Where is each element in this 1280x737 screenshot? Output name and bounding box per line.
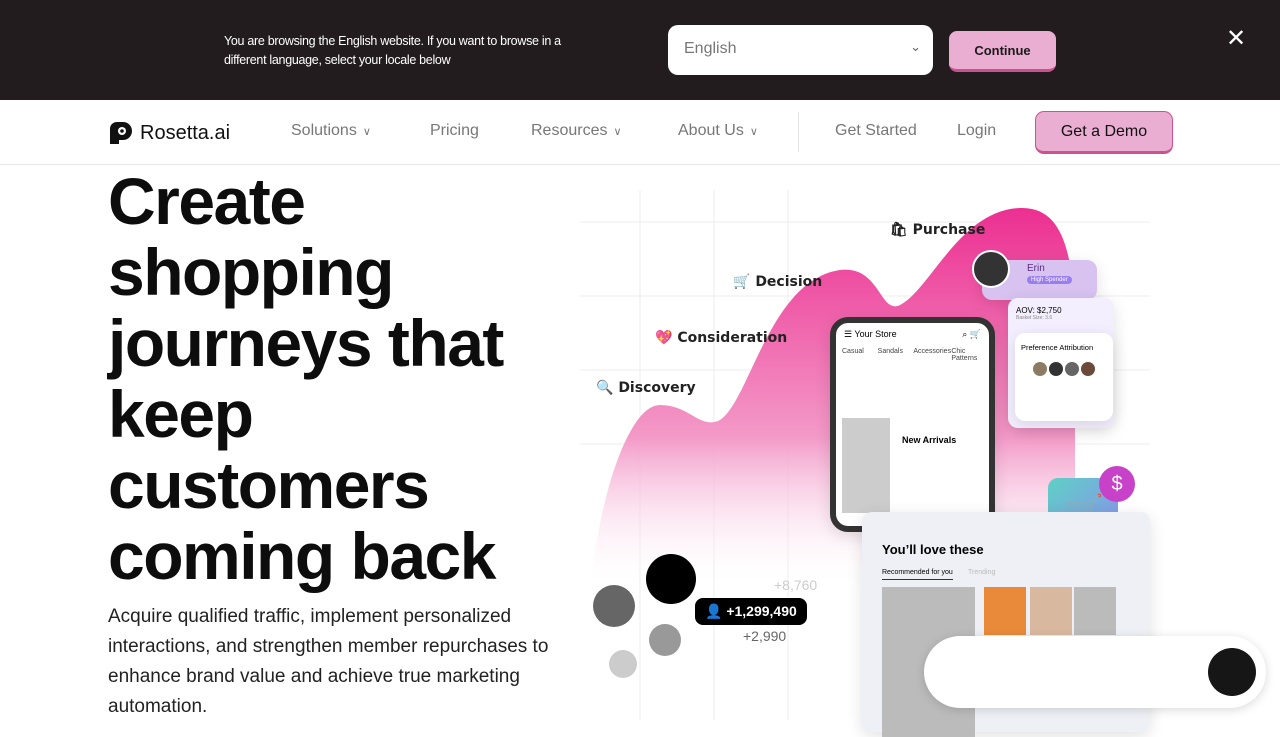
locale-banner: You are browsing the English website. If…	[0, 0, 1280, 100]
close-icon[interactable]: ✕	[1226, 24, 1246, 53]
preference-card: Preference Attribution	[1015, 333, 1113, 421]
rosetta-logo-icon	[110, 121, 132, 144]
banner-message: You are browsing the English website. If…	[224, 34, 561, 67]
user-avatar-icon	[649, 624, 681, 656]
user-avatar-icon	[593, 585, 635, 627]
get-started-link[interactable]: Get Started	[835, 122, 917, 140]
navbar: Rosetta.ai Solutions ∨ Pricing Resources ∨…	[0, 100, 1280, 165]
phone-mockup: ☰ Your Store ⌕ 🛒 Casual Sandals Accessories…	[830, 317, 995, 532]
nav-about[interactable]: About Us ∨	[678, 122, 758, 140]
logo[interactable]: Rosetta.ai	[108, 120, 230, 146]
nav-pricing[interactable]: Pricing	[430, 122, 479, 140]
nav-divider	[798, 112, 799, 152]
stage-decision: 🛒 Decision	[733, 274, 823, 290]
locale-select[interactable]: English ⌄	[668, 25, 933, 75]
count-2990: +2,990	[743, 628, 787, 644]
get-demo-button[interactable]: Get a Demo	[1035, 111, 1173, 154]
dollar-icon: $	[1099, 466, 1135, 502]
chevron-down-icon: ∨	[749, 126, 758, 138]
chat-launcher-button[interactable]	[1208, 648, 1256, 696]
hero-subtitle: Acquire qualified traffic, implement per…	[108, 606, 549, 717]
profile-card: Erin High Spender	[972, 250, 1097, 300]
stage-discovery: 🔍 Discovery	[596, 380, 696, 396]
count-badge: 👤 +1,299,490	[695, 598, 807, 625]
count-8760: +8,760	[774, 577, 818, 593]
chevron-down-icon: ⌄	[910, 39, 921, 54]
user-avatar-icon	[609, 650, 637, 678]
locale-value: English	[684, 40, 737, 57]
nav-resources[interactable]: Resources ∨	[531, 122, 622, 140]
login-link[interactable]: Login	[957, 122, 996, 140]
nav-solutions[interactable]: Solutions ∨	[291, 122, 371, 140]
user-avatar-icon	[646, 554, 696, 604]
hero-title: Create shopping journeys that keep custo…	[108, 164, 504, 593]
continue-button[interactable]: Continue	[949, 31, 1056, 72]
stage-consideration: 💖 Consideration	[655, 330, 788, 346]
chevron-down-icon: ∨	[613, 126, 622, 138]
chevron-down-icon: ∨	[362, 126, 371, 138]
logo-text: Rosetta.ai	[140, 121, 231, 144]
stage-purchase: 🛍 Purchase	[890, 222, 986, 238]
